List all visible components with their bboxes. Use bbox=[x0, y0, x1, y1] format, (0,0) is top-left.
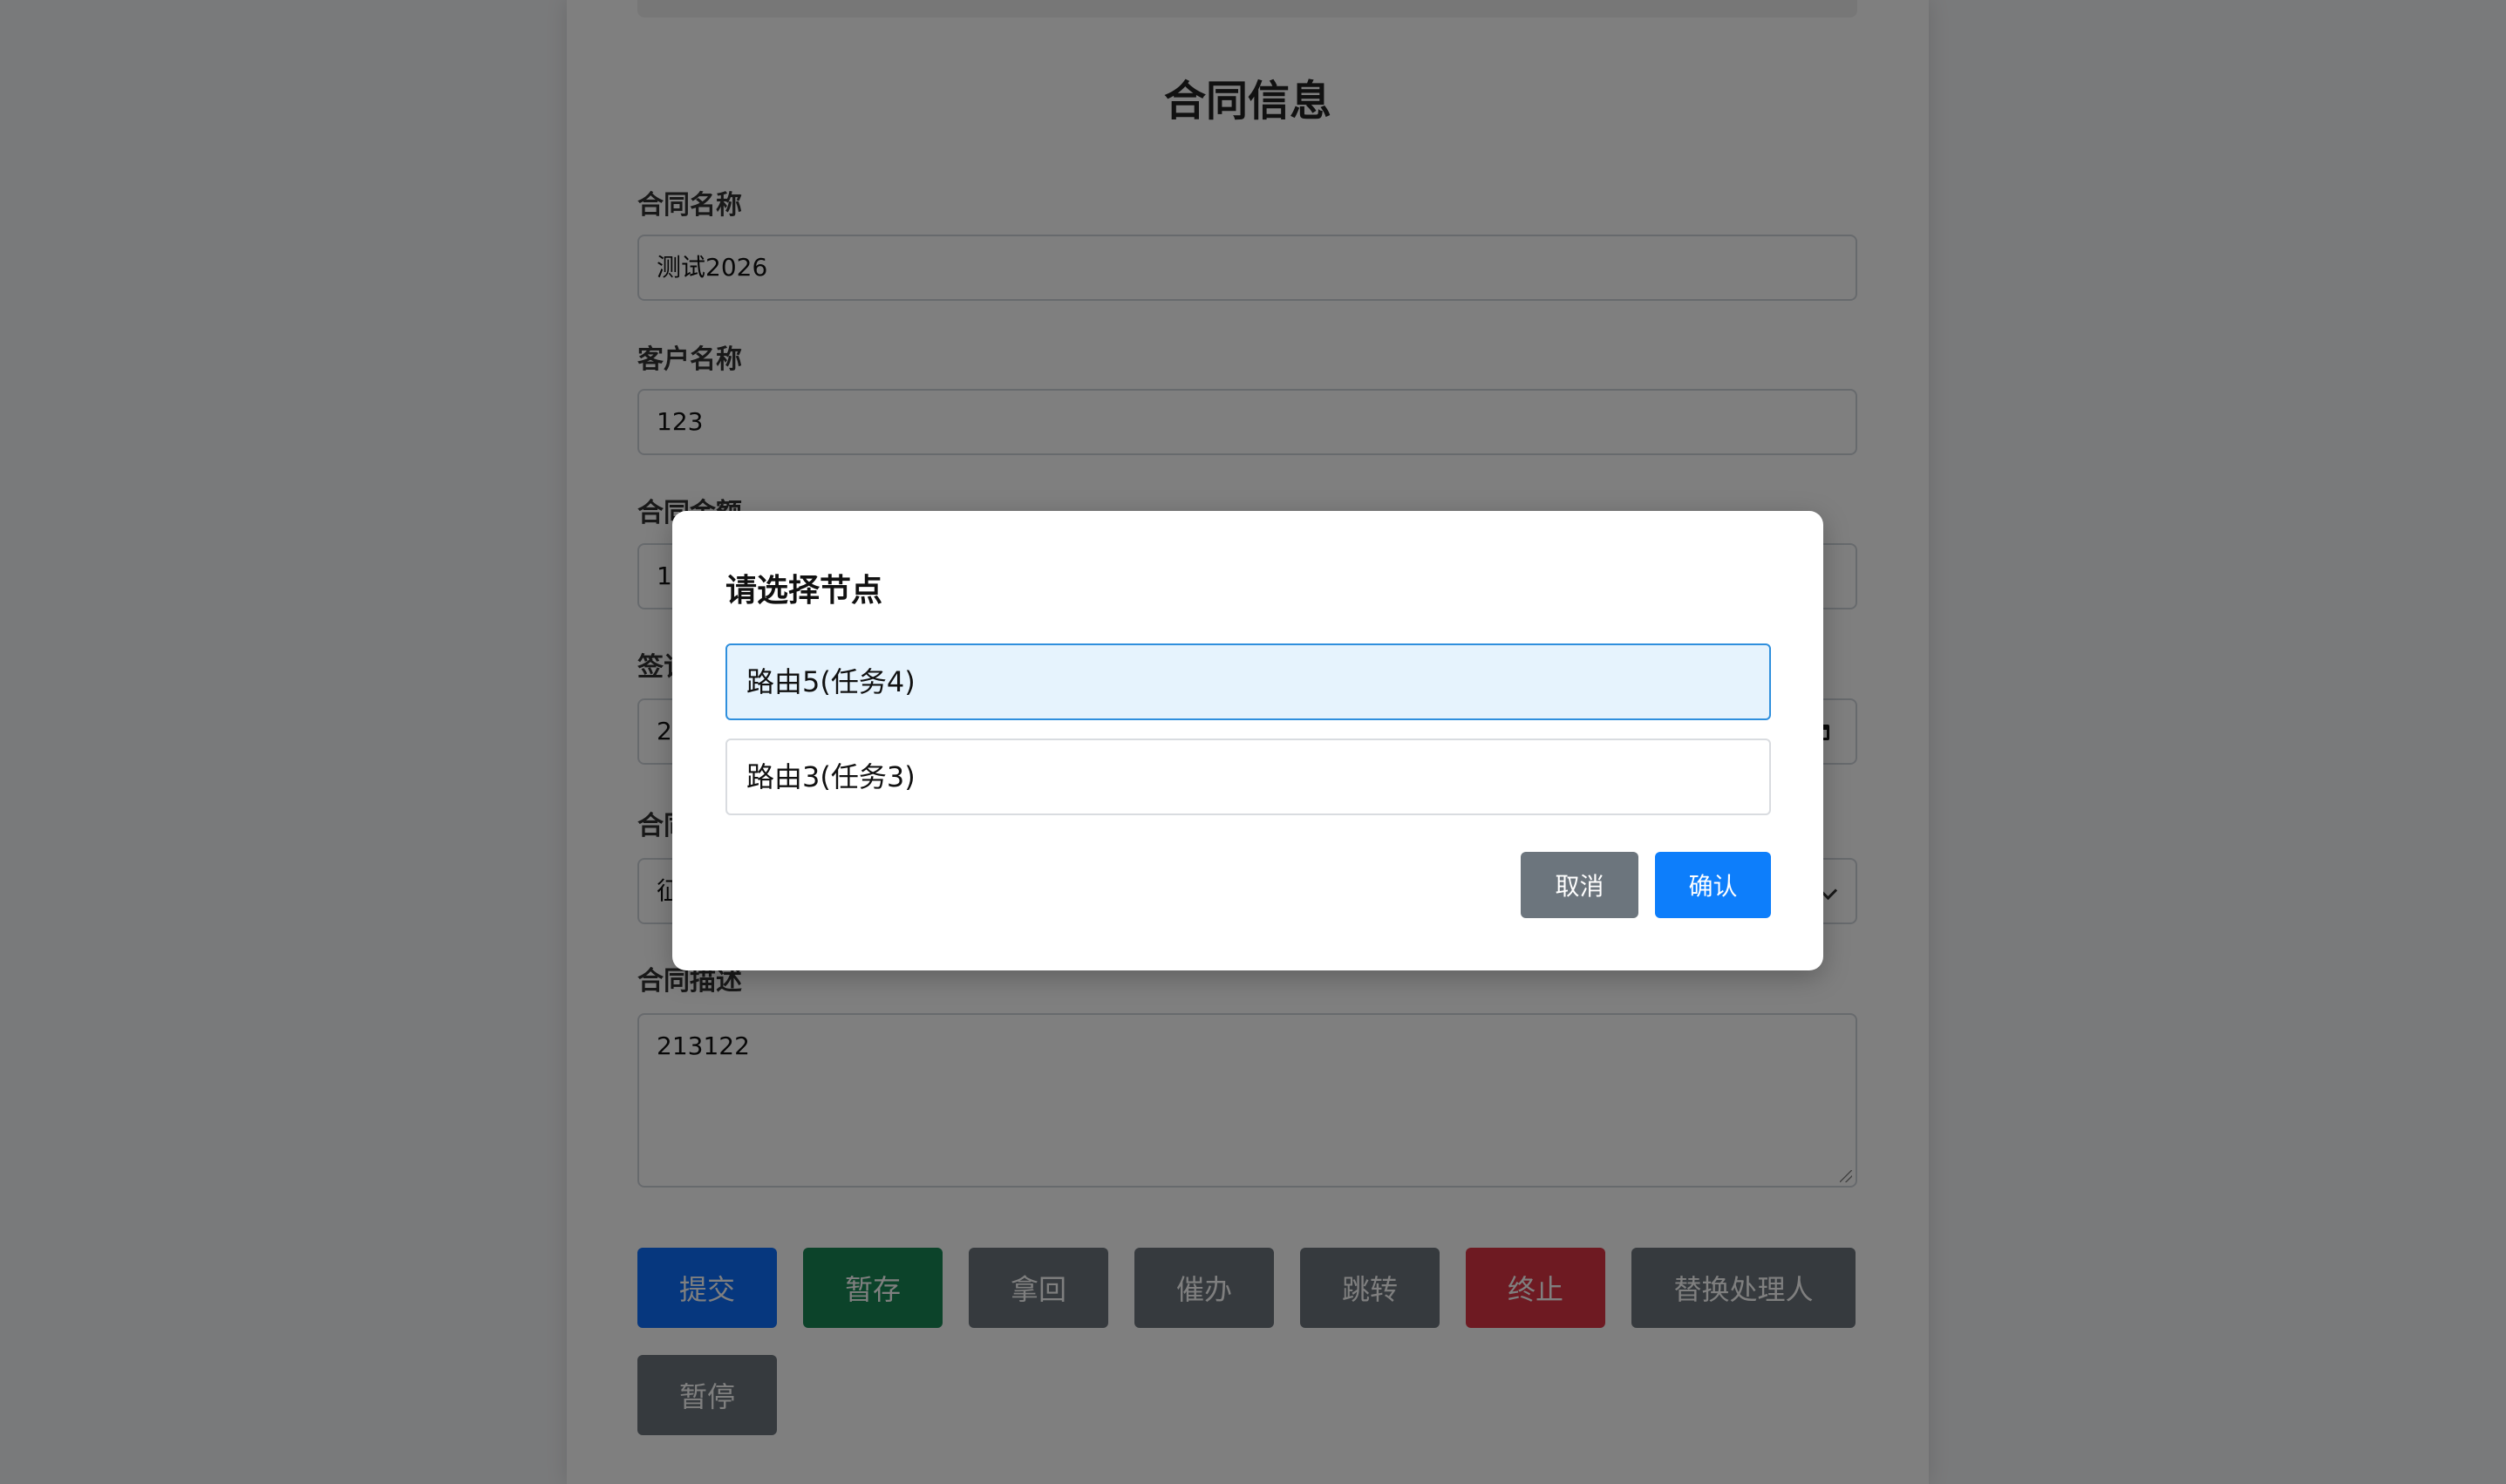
confirm-button[interactable]: 确认 bbox=[1655, 852, 1771, 918]
cancel-button[interactable]: 取消 bbox=[1521, 852, 1638, 918]
select-node-dialog: 请选择节点 路由5(任务4) 路由3(任务3) 取消 确认 bbox=[672, 511, 1823, 970]
node-option-route5[interactable]: 路由5(任务4) bbox=[725, 643, 1771, 720]
node-option-route3[interactable]: 路由3(任务3) bbox=[725, 739, 1771, 815]
dialog-title: 请选择节点 bbox=[725, 573, 883, 609]
